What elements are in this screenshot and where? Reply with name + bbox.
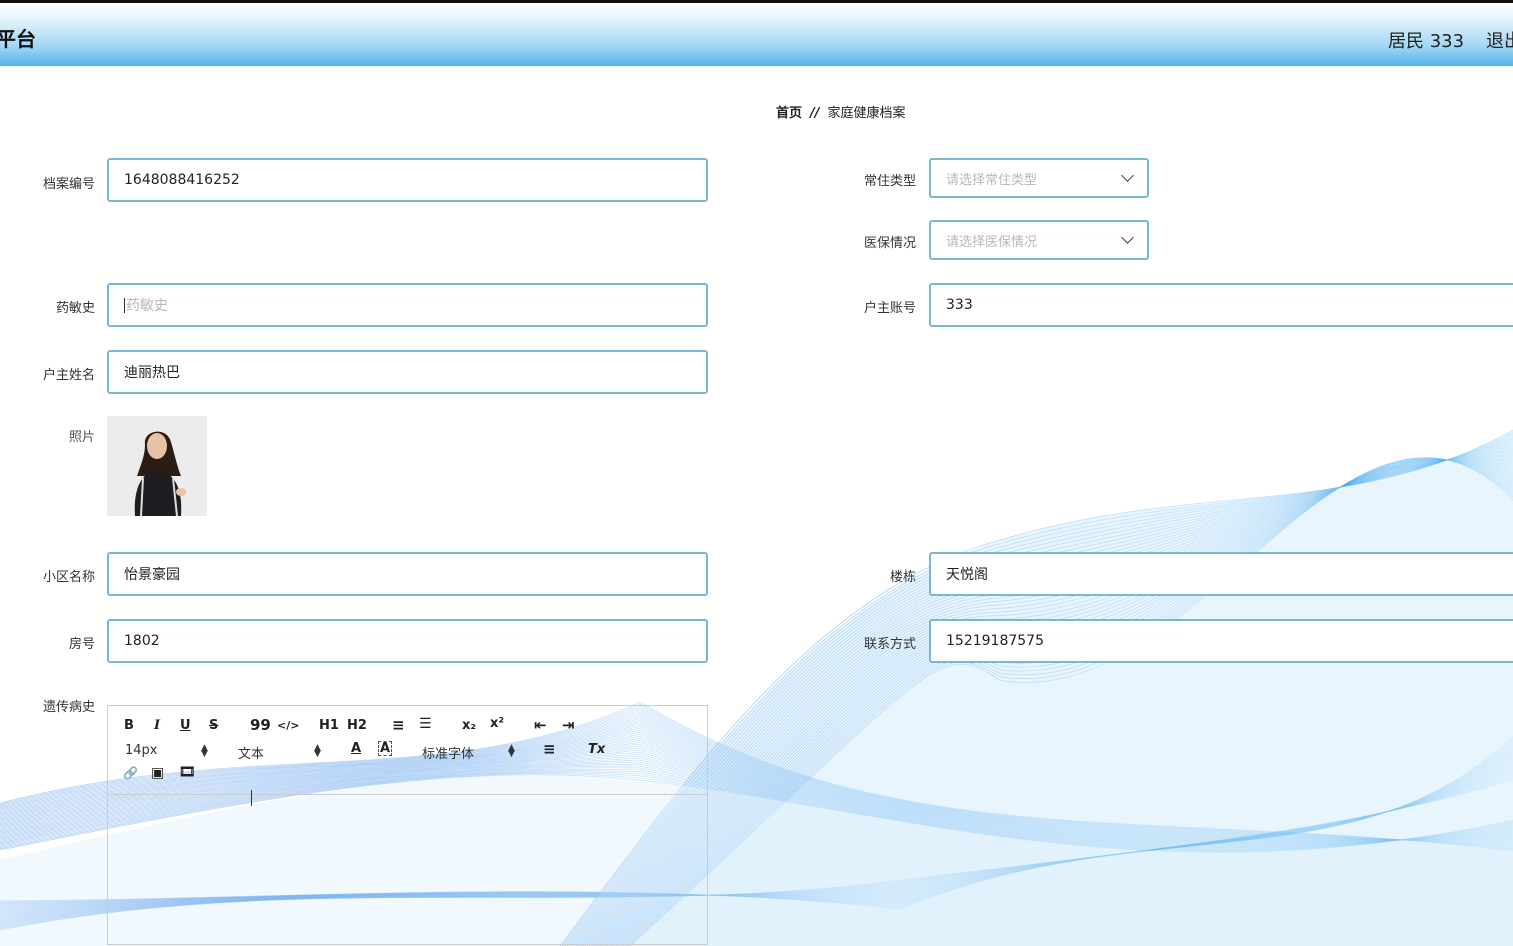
allergy-placeholder: 药敏史 <box>126 298 168 314</box>
owner-account-label: 户主账号 <box>863 301 916 316</box>
owner-name-input[interactable]: 迪丽热巴 <box>107 350 708 394</box>
owner-account-value: 333 <box>946 297 973 313</box>
font-color-icon[interactable]: A <box>351 741 361 756</box>
clean-format-icon[interactable]: Tx <box>588 742 605 757</box>
allergy-input[interactable]: 药敏史 <box>107 283 708 327</box>
chevron-down-icon <box>1121 169 1134 182</box>
photo-label: 照片 <box>68 430 95 445</box>
video-icon[interactable]: 🎞 <box>179 765 196 780</box>
archive-no-input[interactable]: 1648088416252 <box>107 158 708 202</box>
chevron-down-icon <box>1121 231 1134 244</box>
owner-name-label: 户主姓名 <box>42 368 95 383</box>
room-value: 1802 <box>124 633 160 649</box>
top-header-bar: 平台 居民 333 退出 <box>0 0 1513 66</box>
current-user[interactable]: 居民 333 <box>1388 27 1464 53</box>
community-input[interactable]: 怡景豪园 <box>107 552 708 596</box>
mouse-text-cursor-icon <box>251 790 253 806</box>
community-label: 小区名称 <box>42 570 95 585</box>
header2-button[interactable]: H2 <box>347 718 367 733</box>
archive-no-label: 档案编号 <box>42 177 95 192</box>
size-picker-arrows-icon: ▲ ▼ <box>201 743 208 759</box>
header1-button[interactable]: H1 <box>319 718 339 733</box>
size-picker[interactable]: 14px <box>125 743 158 758</box>
breadcrumb-separator: // <box>810 106 820 121</box>
underline-button[interactable]: U <box>180 718 191 733</box>
font-picker[interactable]: 标准字体 <box>422 743 474 762</box>
text-cursor <box>124 297 125 313</box>
image-icon[interactable]: ▣ <box>151 765 164 781</box>
contact-label: 联系方式 <box>863 637 916 652</box>
portrait-image <box>107 416 207 516</box>
insurance-select[interactable]: 请选择医保情况 <box>929 220 1149 260</box>
editor-toolbar: B I U S 99 </> H1 H2 ≡ ☰ x₂ x² ⇤ ⇥ 14px … <box>108 706 707 795</box>
strike-button[interactable]: S <box>209 718 218 733</box>
italic-button[interactable]: I <box>154 718 160 733</box>
indent-icon[interactable]: ⇥ <box>562 716 575 734</box>
header-picker[interactable]: 文本 <box>238 743 264 762</box>
blockquote-button[interactable]: 99 <box>250 716 271 734</box>
align-icon[interactable]: ≡ <box>543 740 556 758</box>
background-color-icon[interactable]: A <box>378 741 393 756</box>
contact-value: 15219187575 <box>946 633 1044 649</box>
building-value: 天悦阁 <box>946 567 988 583</box>
ordered-list-icon[interactable]: ≡ <box>392 716 405 734</box>
breadcrumb-home[interactable]: 首页 <box>776 106 802 121</box>
owner-account-input[interactable]: 333 <box>929 283 1513 327</box>
app-title: 平台 <box>0 27 36 51</box>
breadcrumb: 首页 // 家庭健康档案 <box>776 102 906 121</box>
building-input[interactable]: 天悦阁 <box>929 552 1513 596</box>
archive-no-value: 1648088416252 <box>124 172 240 188</box>
residence-type-label: 常住类型 <box>863 174 916 189</box>
room-input[interactable]: 1802 <box>107 619 708 663</box>
owner-name-value: 迪丽热巴 <box>124 365 180 381</box>
subscript-button[interactable]: x₂ <box>462 718 476 733</box>
code-block-button[interactable]: </> <box>277 719 299 732</box>
font-picker-arrows-icon: ▲ ▼ <box>508 743 515 759</box>
outdent-icon[interactable]: ⇤ <box>534 716 547 734</box>
logout-link[interactable]: 退出 <box>1486 27 1513 53</box>
genetic-label: 遗传病史 <box>42 700 95 715</box>
residence-type-placeholder: 请选择常住类型 <box>946 172 1038 188</box>
community-value: 怡景豪园 <box>124 567 180 583</box>
bold-button[interactable]: B <box>124 718 134 733</box>
residence-type-select[interactable]: 请选择常住类型 <box>929 158 1149 198</box>
insurance-label: 医保情况 <box>863 236 916 251</box>
genetic-history-editor[interactable]: B I U S 99 </> H1 H2 ≡ ☰ x₂ x² ⇤ ⇥ 14px … <box>107 705 708 945</box>
superscript-button[interactable]: x² <box>490 716 504 731</box>
bullet-list-icon[interactable]: ☰ <box>419 716 432 732</box>
contact-input[interactable]: 15219187575 <box>929 619 1513 663</box>
link-icon[interactable]: 🔗 <box>123 766 138 780</box>
room-label: 房号 <box>68 637 95 652</box>
allergy-label: 药敏史 <box>55 301 95 316</box>
breadcrumb-current: 家庭健康档案 <box>827 106 906 121</box>
header-picker-arrows-icon: ▲ ▼ <box>314 743 321 759</box>
owner-photo[interactable] <box>107 416 207 516</box>
insurance-placeholder: 请选择医保情况 <box>946 234 1038 250</box>
building-label: 楼栋 <box>889 570 916 585</box>
